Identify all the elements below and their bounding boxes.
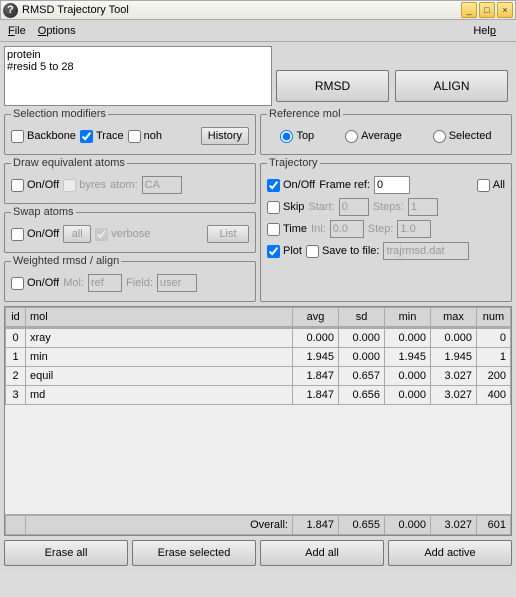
backbone-check[interactable]: Backbone bbox=[11, 130, 76, 143]
traj-onoff[interactable]: On/Off bbox=[267, 179, 315, 192]
weighted-rmsd: Weighted rmsd / align On/Off Mol: Field: bbox=[4, 255, 256, 302]
results-table: id mol avg sd min max num 0xray0.0000.00… bbox=[4, 306, 512, 536]
table-row[interactable]: 2equil1.8470.6570.0003.027200 bbox=[6, 367, 511, 386]
swap-verbose: verbose bbox=[95, 228, 150, 241]
traj-skip[interactable]: Skip bbox=[267, 201, 304, 214]
table-row[interactable]: 3md1.8470.6560.0003.027400 bbox=[6, 386, 511, 405]
maximize-button[interactable]: □ bbox=[479, 2, 495, 18]
time-step bbox=[397, 220, 431, 238]
skip-start bbox=[339, 198, 369, 216]
menu-help[interactable]: Help bbox=[473, 25, 496, 37]
menubar: File Options Help bbox=[0, 20, 516, 42]
swap-list-button: List bbox=[207, 225, 249, 243]
table-row[interactable]: 0xray0.0000.0000.0000.0000 bbox=[6, 329, 511, 348]
traj-plot[interactable]: Plot bbox=[267, 245, 302, 258]
draweq-byres: byres bbox=[63, 179, 106, 192]
erase-selected-button[interactable]: Erase selected bbox=[132, 540, 256, 566]
swap-all-button: all bbox=[63, 225, 91, 243]
traj-all[interactable]: All bbox=[477, 179, 505, 192]
time-ini bbox=[330, 220, 364, 238]
swap-atoms: Swap atoms On/Off all verbose List bbox=[4, 206, 256, 253]
ref-average[interactable]: Average bbox=[345, 130, 402, 143]
selection-textarea[interactable]: protein #resid 5 to 28 bbox=[4, 46, 272, 106]
draweq-onoff[interactable]: On/Off bbox=[11, 179, 59, 192]
menu-file[interactable]: File bbox=[8, 25, 26, 37]
align-button[interactable]: ALIGN bbox=[395, 70, 508, 102]
skip-steps bbox=[408, 198, 438, 216]
rmsd-button[interactable]: RMSD bbox=[276, 70, 389, 102]
selection-modifiers: Selection modifiers Backbone Trace noh H… bbox=[4, 108, 256, 155]
close-button[interactable]: × bbox=[497, 2, 513, 18]
help-icon[interactable]: ? bbox=[3, 3, 18, 18]
add-active-button[interactable]: Add active bbox=[388, 540, 512, 566]
reference-mol: Reference mol Top Average Selected bbox=[260, 108, 512, 155]
draw-equiv-atoms: Draw equivalent atoms On/Off byres atom: bbox=[4, 157, 256, 204]
trace-check[interactable]: Trace bbox=[80, 130, 124, 143]
titlebar: ? RMSD Trajectory Tool _ □ × bbox=[0, 0, 516, 20]
overall-row: Overall: 1.847 0.655 0.000 3.027 601 bbox=[6, 516, 511, 535]
table-row[interactable]: 1min1.9450.0001.9451.9451 bbox=[6, 348, 511, 367]
traj-save[interactable]: Save to file: bbox=[306, 245, 379, 258]
wrmsd-mol bbox=[88, 274, 122, 292]
swap-onoff[interactable]: On/Off bbox=[11, 228, 59, 241]
noh-check[interactable]: noh bbox=[128, 130, 162, 143]
history-button[interactable]: History bbox=[201, 127, 249, 145]
save-file-field bbox=[383, 242, 469, 260]
traj-time[interactable]: Time bbox=[267, 223, 307, 236]
trajectory: Trajectory On/Off Frame ref: All Skip St… bbox=[260, 157, 512, 302]
content: protein #resid 5 to 28 RMSD ALIGN Select… bbox=[0, 42, 516, 570]
menu-options[interactable]: Options bbox=[38, 25, 76, 37]
ref-selected[interactable]: Selected bbox=[433, 130, 492, 143]
ref-top[interactable]: Top bbox=[280, 130, 314, 143]
frame-ref-field[interactable] bbox=[374, 176, 410, 194]
erase-all-button[interactable]: Erase all bbox=[4, 540, 128, 566]
add-all-button[interactable]: Add all bbox=[260, 540, 384, 566]
draweq-atom-field bbox=[142, 176, 182, 194]
wrmsd-field bbox=[157, 274, 197, 292]
wrmsd-onoff[interactable]: On/Off bbox=[11, 277, 59, 290]
minimize-button[interactable]: _ bbox=[461, 2, 477, 18]
window-title: RMSD Trajectory Tool bbox=[22, 4, 459, 16]
